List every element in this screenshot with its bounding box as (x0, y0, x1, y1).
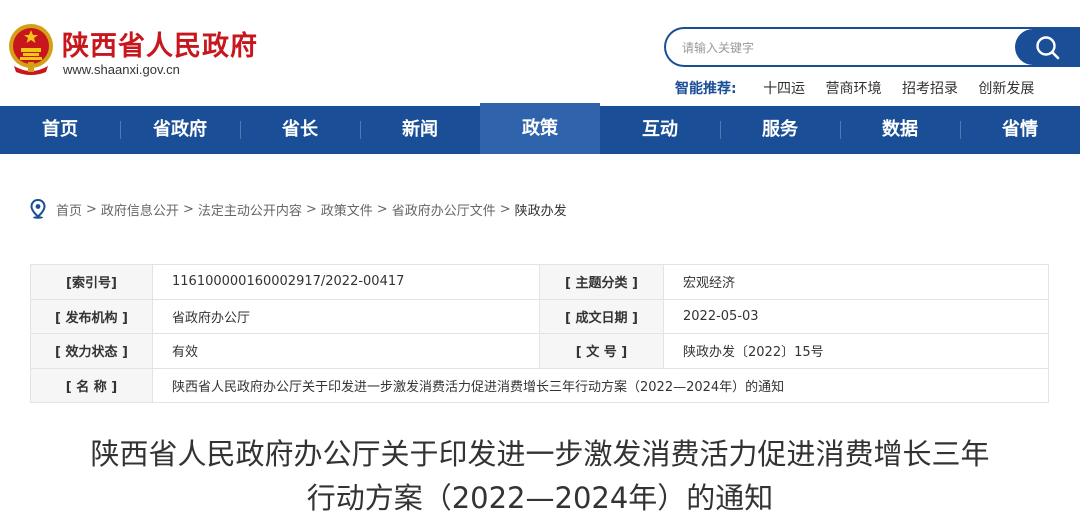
docno-value: 陕政办发〔2022〕15号 (663, 333, 1049, 369)
main-nav: 首页 省政府 省长 新闻 政策 互动 服务 数据 省情 (0, 103, 1080, 154)
table-row: [ 效力状态 ] 有效 [ 文 号 ] 陕政办发〔2022〕15号 (30, 333, 1049, 369)
document-info-table: [索引号] 116100000160002917/2022-00417 [ 主题… (30, 264, 1049, 403)
site-url[interactable]: www.shaanxi.gov.cn (63, 62, 180, 77)
smart-link-recruitment[interactable]: 招考招录 (902, 81, 958, 97)
search-button[interactable] (1015, 29, 1080, 65)
smart-recommend: 智能推荐: 十四运 营商环境 招考招录 创新发展 (675, 78, 1050, 98)
nav-item-service[interactable]: 服务 (720, 106, 840, 154)
issuer-label: [ 发布机构 ] (30, 298, 153, 334)
breadcrumb-separator: > (86, 201, 97, 217)
site-header: 陕西省人民政府 www.shaanxi.gov.cn 智能推荐: 十四运 营商环… (0, 0, 1080, 106)
site-title[interactable]: 陕西省人民政府 (62, 24, 258, 63)
nav-item-home[interactable]: 首页 (0, 106, 120, 154)
breadcrumb-separator: > (376, 201, 388, 217)
issuer-value: 省政府办公厅 (152, 298, 540, 334)
search-icon (1036, 36, 1060, 60)
nav-item-policy[interactable]: 政策 (480, 103, 600, 154)
table-row: [ 名 称 ] 陕西省人民政府办公厅关于印发进一步激发消费活力促进消费增长三年行… (30, 367, 1049, 403)
breadcrumb-statutory[interactable]: 法定主动公开内容 (198, 200, 302, 219)
table-row: [索引号] 116100000160002917/2022-00417 [ 主题… (30, 264, 1049, 300)
nav-item-news[interactable]: 新闻 (360, 106, 480, 154)
breadcrumb: 首页 > 政府信息公开 > 法定主动公开内容 > 政策文件 > 省政府办公厅文件… (30, 199, 567, 219)
breadcrumb-separator: > (305, 201, 317, 217)
smart-link-innovation[interactable]: 创新发展 (978, 81, 1034, 97)
table-row: [ 发布机构 ] 省政府办公厅 [ 成文日期 ] 2022-05-03 (30, 298, 1049, 334)
nav-item-governor[interactable]: 省长 (240, 106, 360, 154)
nav-item-data[interactable]: 数据 (840, 106, 960, 154)
breadcrumb-office-docs[interactable]: 省政府办公厅文件 (392, 200, 496, 219)
breadcrumb-separator: > (499, 201, 511, 217)
smart-recommend-label: 智能推荐: (675, 81, 737, 97)
nav-item-province-info[interactable]: 省情 (960, 106, 1080, 154)
status-value: 有效 (152, 333, 540, 369)
breadcrumb-gov-info[interactable]: 政府信息公开 (101, 200, 179, 219)
topic-label: [ 主题分类 ] (539, 264, 664, 300)
breadcrumb-current[interactable]: 陕政办发 (515, 200, 567, 219)
national-emblem-icon (9, 24, 53, 75)
date-value: 2022-05-03 (663, 298, 1049, 334)
article-title: 陕西省人民政府办公厅关于印发进一步激发消费活力促进消费增长三年行动方案（2022… (90, 437, 990, 515)
nav-item-province-gov[interactable]: 省政府 (120, 106, 240, 154)
name-value: 陕西省人民政府办公厅关于印发进一步激发消费活力促进消费增长三年行动方案（2022… (152, 367, 1049, 403)
status-label: [ 效力状态 ] (30, 333, 153, 369)
breadcrumb-policy-docs[interactable]: 政策文件 (321, 200, 373, 219)
name-label: [ 名 称 ] (30, 367, 153, 403)
search-input[interactable] (682, 38, 1002, 58)
breadcrumb-separator: > (182, 201, 194, 217)
smart-link-shisiyun[interactable]: 十四运 (763, 81, 805, 97)
index-value: 116100000160002917/2022-00417 (152, 264, 540, 300)
breadcrumb-home[interactable]: 首页 (56, 200, 82, 219)
date-label: [ 成文日期 ] (539, 298, 664, 334)
nav-item-interaction[interactable]: 互动 (600, 106, 720, 154)
topic-value: 宏观经济 (663, 264, 1049, 300)
location-pin-icon (30, 199, 46, 219)
docno-label: [ 文 号 ] (539, 333, 664, 369)
index-label: [索引号] (30, 264, 153, 300)
smart-link-business-env[interactable]: 营商环境 (826, 81, 882, 97)
